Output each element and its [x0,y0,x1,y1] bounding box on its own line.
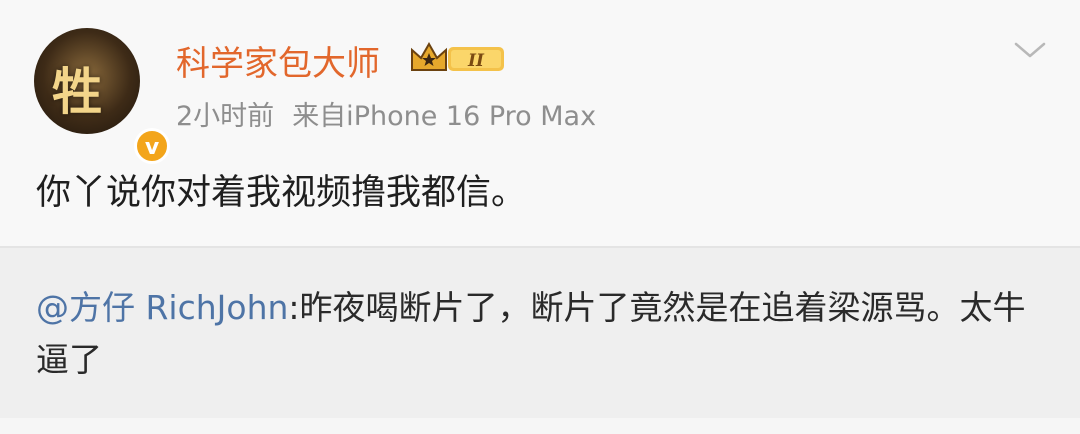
repost-card[interactable]: @方仔 RichJohn:昨夜喝断片了，断片了竟然是在追着梁源骂。太牛逼了 [0,248,1080,418]
username[interactable]: 科学家包大师 [176,36,380,85]
avatar[interactable]: 牲 v [34,28,170,164]
weibo-post: 牲 v 科学家包大师 II 2小时前 来自iPhone 16 Pro Max 你丫… [0,0,1080,246]
repost-body: @方仔 RichJohn:昨夜喝断片了，断片了竟然是在追着梁源骂。太牛逼了 [36,282,1036,386]
post-meta: 2小时前 来自iPhone 16 Pro Max [176,94,596,133]
verified-badge-icon: v [134,128,170,164]
repost-mention-link[interactable]: @方仔 RichJohn [36,288,288,327]
member-crown-badge-icon[interactable]: II [408,40,508,76]
avatar-image-glyph: 牲 [52,63,102,121]
chevron-down-icon[interactable] [1012,38,1048,62]
post-source: 来自iPhone 16 Pro Max [292,101,597,132]
member-level-text: II [467,51,485,71]
post-time: 2小时前 [176,101,275,132]
post-body-text: 你丫说你对着我视频撸我都信。 [36,173,527,213]
